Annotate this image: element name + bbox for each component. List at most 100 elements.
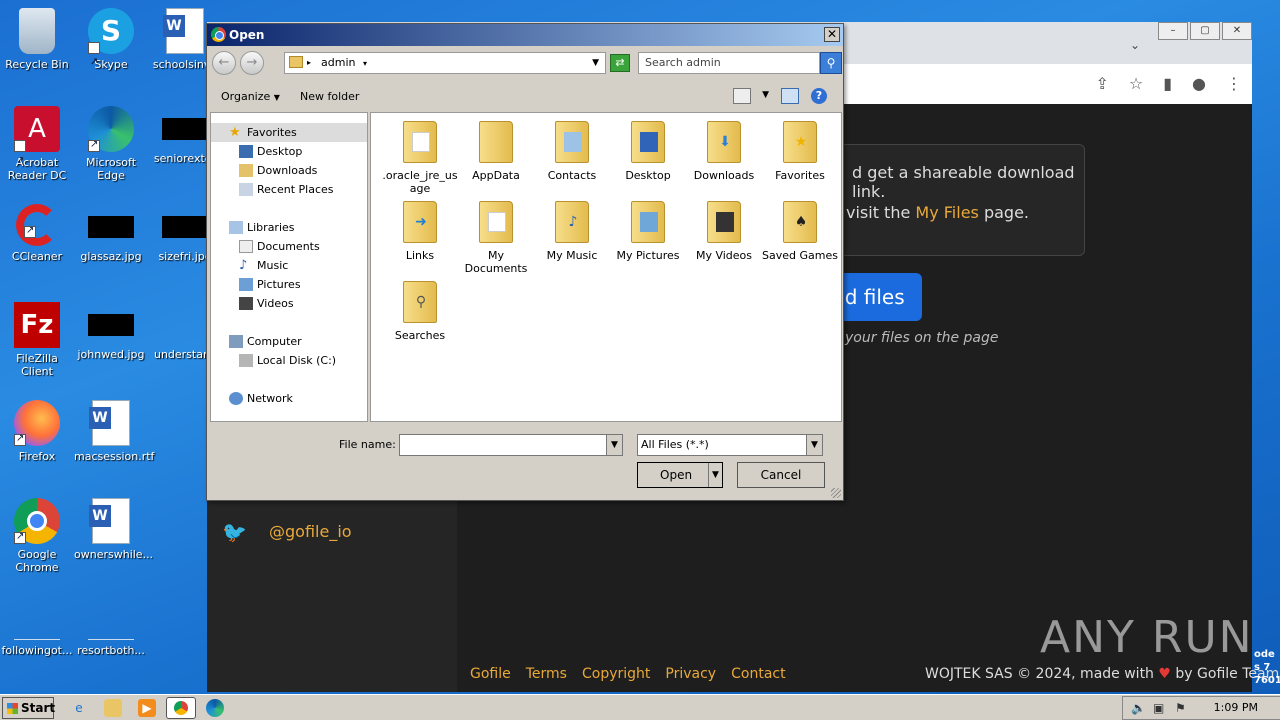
explorer-icon[interactable] [104,699,122,717]
refresh-button[interactable]: ⇄ [610,54,630,72]
crumb-dropdown-icon[interactable]: ▾ [363,59,367,68]
desktop-icon-ccleaner[interactable]: CCleaner [0,204,74,263]
nav-recent-places[interactable]: Recent Places [211,180,367,199]
address-crumb[interactable]: admin [321,56,355,69]
views-icon[interactable] [733,88,751,104]
image-file-icon [162,118,208,140]
desktop-icon-resortboth[interactable]: resortboth... [74,620,148,657]
search-icon[interactable]: ⚲ [820,52,842,74]
nav-pictures[interactable]: Pictures [211,275,367,294]
help-icon[interactable]: ? [811,88,827,104]
flag-icon[interactable]: ⚑ [1175,701,1186,715]
chevron-right-icon[interactable]: ▸ [307,53,311,73]
chevron-down-icon[interactable]: ▼ [592,53,599,73]
folder-label: AppData [472,169,520,182]
cancel-button[interactable]: Cancel [737,462,825,488]
views-dropdown-icon[interactable]: ▼ [762,90,769,100]
image-file-icon [88,216,134,238]
clock[interactable]: 1:09 PM [1214,701,1258,714]
preview-pane-icon[interactable] [781,88,799,104]
nav-music[interactable]: ♪ Music [211,256,367,275]
desktop-icon-acrobat[interactable]: A Acrobat Reader DC [0,106,74,184]
open-dropdown-icon[interactable]: ▼ [708,463,722,487]
media-player-icon[interactable]: ▶ [138,699,156,717]
footer-link-copyright[interactable]: Copyright [582,666,650,682]
search-input[interactable]: Search admin [638,52,820,74]
folder-item[interactable]: ⚲ Searches [382,281,458,342]
folder-item[interactable]: My Videos [686,201,762,262]
address-bar[interactable]: ▸ admin ▾ ▼ [284,52,606,74]
forward-button[interactable]: → [240,51,264,75]
folder-item[interactable]: ⬇ Downloads [686,121,762,182]
folder-item[interactable]: Desktop [610,121,686,182]
network-icon[interactable]: ▣ [1153,701,1164,715]
firefox-icon [14,400,60,446]
folder-item[interactable]: ♠ Saved Games [762,201,838,262]
close-icon[interactable]: ✕ [1222,22,1252,40]
folder-item[interactable]: ♪ My Music [534,201,610,262]
footer-link-gofile[interactable]: Gofile [470,666,511,682]
organize-button[interactable]: Organize ▼ [221,90,280,103]
folder-item[interactable]: Contacts [534,121,610,182]
edge-icon[interactable] [206,699,224,717]
folder-item[interactable]: ★ Favorites [762,121,838,182]
footer-link-privacy[interactable]: Privacy [665,666,716,682]
nav-label: Network [247,392,293,405]
desktop-icon-skype[interactable]: S Skype [74,8,148,86]
speaker-icon[interactable]: 🔈 [1131,701,1146,715]
desktop-icon-chrome[interactable]: Google Chrome [0,498,74,574]
star-icon[interactable]: ☆ [1129,74,1143,93]
nav-network[interactable]: Network [211,389,367,408]
nav-desktop[interactable]: Desktop [211,142,367,161]
maximize-icon[interactable]: ▢ [1190,22,1220,40]
folder-item[interactable]: AppData [458,121,534,182]
open-button[interactable]: Open ▼ [637,462,723,488]
start-button[interactable]: Start [2,697,55,719]
nav-local-disk[interactable]: Local Disk (C:) [211,351,367,370]
folder-item[interactable]: My Pictures [610,201,686,262]
folder-item[interactable]: .oracle_jre_usage [382,121,458,195]
nav-libraries[interactable]: Libraries [211,218,367,237]
my-files-link[interactable]: My Files [915,203,978,222]
desktop-icon-ownerswhile[interactable]: W ownerswhile... [74,498,153,561]
desktop-icon [239,145,253,158]
share-icon[interactable]: ⇪ [1095,74,1108,93]
chevron-down-icon[interactable]: ⌄ [1130,38,1140,52]
recent-places-icon [239,183,253,196]
footer-link-terms[interactable]: Terms [526,666,567,682]
desktop-icon-edge[interactable]: Microsoft Edge [74,106,148,182]
resize-grip-icon[interactable] [831,488,841,498]
file-type-select[interactable]: All Files (*.*) ▼ [637,434,823,456]
menu-icon[interactable]: ⋮ [1226,74,1242,93]
file-view: .oracle_jre_usage AppData Contacts Deskt… [370,112,842,422]
drop-note: your files on the page [845,330,999,346]
nav-videos[interactable]: Videos [211,294,367,313]
desktop-icon-macsession[interactable]: W macsession.rtf [74,400,154,463]
desktop-icon-filezilla[interactable]: Fz FileZilla Client [0,302,74,378]
file-name-input[interactable]: ▼ [399,434,623,456]
minimize-icon[interactable]: – [1158,22,1188,40]
side-panel-icon[interactable]: ▮ [1163,74,1172,93]
nav-downloads[interactable]: Downloads [211,161,367,180]
desktop-icon-followingot[interactable]: followingot... [0,620,74,657]
desktop-icon-johnwed[interactable]: johnwed.jpg [74,302,148,361]
chevron-down-icon[interactable]: ▼ [806,435,822,455]
twitter-handle-link[interactable]: @gofile_io [269,522,352,541]
back-button[interactable]: ← [212,51,236,75]
desktop-icon-firefox[interactable]: Firefox [0,400,74,463]
folder-item[interactable]: My Documents [458,201,534,275]
folder-item[interactable]: ➜ Links [382,201,458,262]
folder-label: Links [405,249,435,262]
footer-link-contact[interactable]: Contact [731,666,785,682]
close-button[interactable]: ✕ [824,27,840,42]
profile-icon[interactable]: ● [1192,74,1206,93]
chrome-taskbar-button[interactable] [166,697,196,719]
new-folder-button[interactable]: New folder [300,90,359,103]
nav-documents[interactable]: Documents [211,237,367,256]
desktop-icon-glassaz[interactable]: glassaz.jpg [74,204,148,263]
ie-icon[interactable]: e [70,699,88,717]
desktop-icon-recycle-bin[interactable]: Recycle Bin [0,8,74,71]
nav-favorites[interactable]: ★ Favorites [211,123,367,142]
nav-computer[interactable]: Computer [211,332,367,351]
chevron-down-icon[interactable]: ▼ [606,435,622,455]
